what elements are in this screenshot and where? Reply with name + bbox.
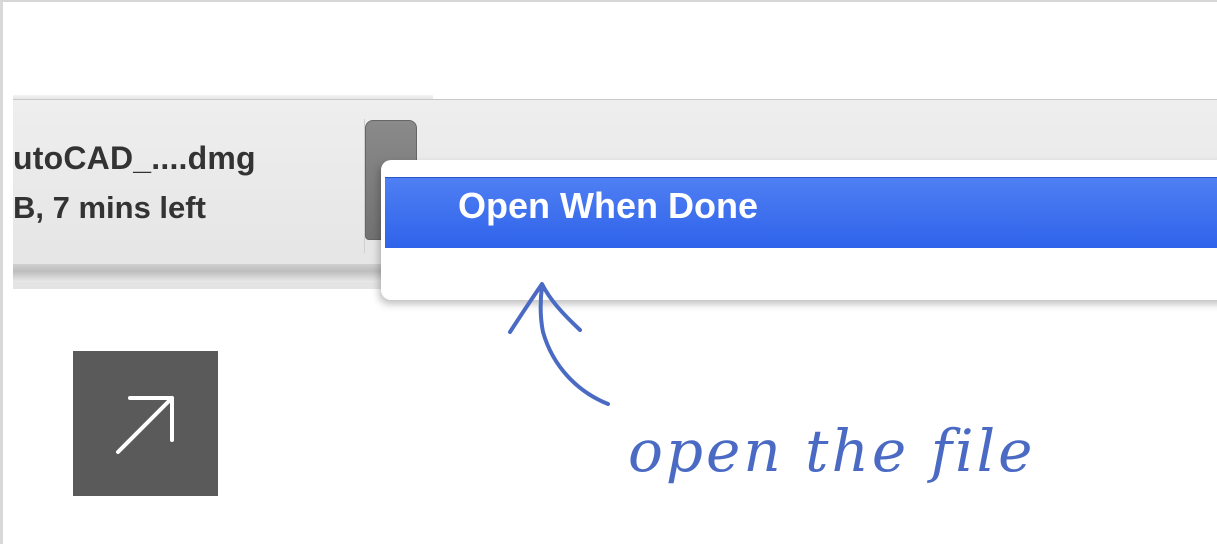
screenshot-frame: utoCAD_....dmg B, 7 mins left Open When …	[0, 0, 1217, 544]
download-file-name: utoCAD_....dmg	[13, 140, 256, 176]
menu-item-label: Open When Done	[458, 185, 758, 226]
external-link-button[interactable]	[73, 351, 218, 496]
arrow-up-right-icon	[115, 395, 174, 454]
annotation-text: open the file	[628, 417, 1036, 485]
download-bar-shadow	[13, 264, 385, 282]
download-status: B, 7 mins left	[13, 190, 206, 225]
annotation-arrow-icon	[508, 282, 610, 406]
